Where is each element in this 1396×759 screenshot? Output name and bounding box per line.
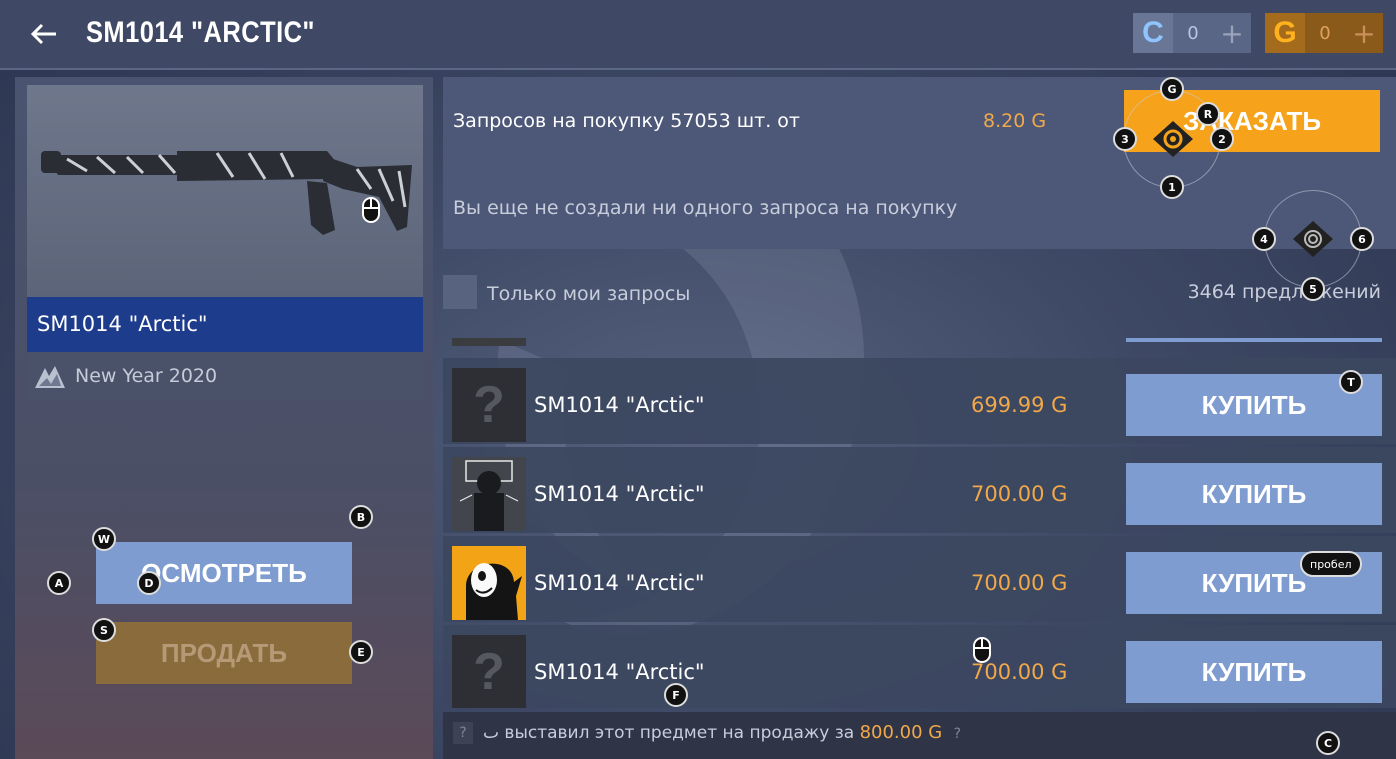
- history-text-line: ٮ выставил этот предмет на продажу за 80…: [483, 722, 961, 743]
- no-requests-text: Вы еще не создали ни одного запроса на п…: [453, 197, 958, 219]
- sale-history: ? ٮ выставил этот предмет на продажу за …: [443, 712, 1396, 759]
- add-currency-g-button[interactable]: +: [1345, 17, 1383, 50]
- hint-e: E: [349, 640, 373, 664]
- hint-6: 6: [1350, 227, 1374, 251]
- target-marker-icon: [1293, 221, 1333, 257]
- listing-name: SM1014 "Arctic": [534, 393, 705, 417]
- hint-space: пробел: [1300, 551, 1362, 577]
- hint-d: D: [137, 571, 161, 595]
- inspect-button[interactable]: ОСМОТРЕТЬ: [96, 542, 352, 604]
- history-price: 800.00 G: [859, 722, 943, 743]
- list-item: ? SM1014 "Arctic" 700.00 G КУПИТЬ: [443, 625, 1396, 708]
- add-currency-c-button[interactable]: +: [1213, 17, 1251, 50]
- currency-g-value: 0: [1319, 22, 1331, 44]
- help-icon[interactable]: ?: [453, 722, 473, 744]
- hint-4: 4: [1252, 227, 1276, 251]
- currency-g-icon: G: [1265, 13, 1305, 53]
- currency-c-icon: C: [1133, 13, 1173, 53]
- sell-button[interactable]: ПРОДАТЬ: [96, 622, 352, 684]
- seller-avatar: [452, 457, 526, 531]
- list-item: [443, 338, 1396, 348]
- listings: ? SM1014 "Arctic" 699.99 G КУПИТЬ SM1014…: [443, 338, 1396, 708]
- hint-5: 5: [1301, 277, 1325, 301]
- hint-c: C: [1316, 731, 1340, 755]
- hint-2: 2: [1210, 127, 1234, 151]
- hint-t: T: [1339, 370, 1363, 394]
- buy-button[interactable]: КУПИТЬ: [1126, 641, 1382, 703]
- list-item: ? SM1014 "Arctic" 699.99 G КУПИТЬ: [443, 358, 1396, 444]
- offers-count: 3464 предложений: [1187, 281, 1381, 303]
- hint-f: F: [664, 683, 688, 707]
- hint-w: W: [92, 527, 116, 551]
- back-arrow-icon[interactable]: [30, 22, 58, 46]
- listing-price: 700.00 G: [971, 482, 1068, 506]
- collection-logo-icon: [35, 366, 65, 388]
- listing-name: SM1014 "Arctic": [534, 482, 705, 506]
- list-item: SM1014 "Arctic" 700.00 G КУПИТЬ: [443, 536, 1396, 622]
- soldier-avatar-icon: [452, 457, 526, 531]
- listing-name: SM1014 "Arctic": [534, 571, 705, 595]
- currency-c-widget: C 0 +: [1133, 13, 1251, 53]
- listing-price: 700.00 G: [971, 571, 1068, 595]
- mouse-icon: [973, 637, 991, 663]
- hint-r: R: [1196, 102, 1220, 126]
- collection-name: New Year 2020: [75, 365, 218, 387]
- hint-3: 3: [1113, 127, 1137, 151]
- seller-avatar: ?: [452, 635, 526, 708]
- currency-g-widget: G 0 +: [1265, 13, 1383, 53]
- seller-avatar: [452, 546, 526, 620]
- page-title: SM1014 "ARCTIC": [86, 16, 315, 49]
- hint-1: 1: [1160, 175, 1184, 199]
- help-icon[interactable]: ?: [954, 726, 961, 742]
- seller-avatar: ?: [452, 368, 526, 442]
- target-marker-icon: [1153, 121, 1193, 157]
- listing-price: 700.00 G: [971, 660, 1068, 684]
- filter-row: Только мои запросы 3464 предложений: [443, 263, 1396, 323]
- hint-g: G: [1160, 77, 1184, 101]
- requests-count-text: Запросов на покупку 57053 шт. от: [453, 110, 801, 132]
- listing-name: SM1014 "Arctic": [534, 660, 705, 684]
- hint-s: S: [92, 618, 116, 642]
- weapon-image: [27, 85, 423, 297]
- top-bar: SM1014 "ARCTIC" C 0 + G 0 +: [0, 0, 1396, 70]
- history-text: ٮ выставил этот предмет на продажу за: [483, 723, 855, 743]
- mouse-icon: [362, 197, 380, 223]
- only-mine-label: Только мои запросы: [487, 283, 691, 305]
- request-min-price: 8.20 G: [983, 110, 1047, 132]
- hint-a: A: [47, 571, 71, 595]
- hint-b: B: [349, 505, 373, 529]
- list-item: SM1014 "Arctic" 700.00 G КУПИТЬ: [443, 447, 1396, 533]
- item-name: SM1014 "Arctic": [37, 312, 208, 336]
- shotgun-icon: [41, 151, 412, 235]
- buy-request-panel: Запросов на покупку 57053 шт. от 8.20 G …: [443, 77, 1396, 249]
- only-mine-checkbox[interactable]: [443, 275, 477, 309]
- item-name-bar: SM1014 "Arctic": [27, 297, 423, 352]
- cartoon-avatar-icon: [452, 546, 526, 620]
- currency-c-value: 0: [1187, 22, 1199, 44]
- listing-price: 699.99 G: [971, 393, 1068, 417]
- buy-button[interactable]: КУПИТЬ: [1126, 463, 1382, 525]
- collection-row: New Year 2020: [27, 352, 423, 400]
